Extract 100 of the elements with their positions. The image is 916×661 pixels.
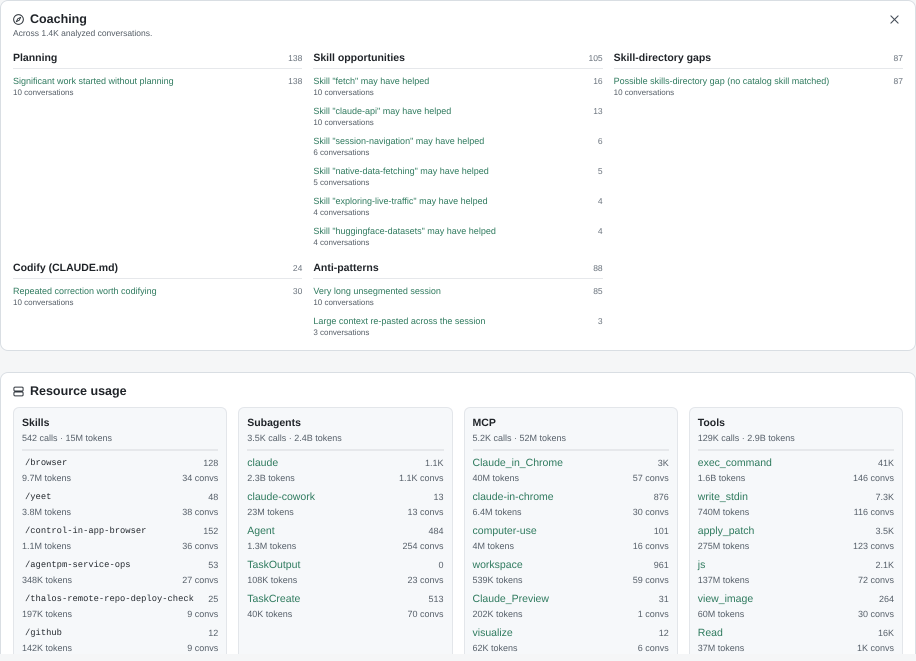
finding-count: 13	[593, 105, 603, 117]
usage-convs: 1K convs	[856, 642, 894, 654]
finding-count: 5	[598, 165, 603, 177]
usage-calls: 25	[208, 593, 218, 605]
finding-link[interactable]: Skill "session-navigation" may have helped	[313, 135, 484, 147]
finding-count: 4	[598, 225, 603, 237]
usage-entry-name[interactable]: /browser	[22, 456, 68, 470]
usage-convs: 254 convs	[402, 540, 444, 552]
panel-title: Resource usage	[30, 383, 127, 399]
finding-link[interactable]: Skill "huggingface-datasets" may have helped	[313, 225, 496, 237]
usage-entry-name[interactable]: write_stdin	[698, 490, 748, 504]
usage-entry-name[interactable]: Claude_in_Chrome	[472, 456, 563, 470]
usage-calls: 12	[658, 627, 669, 639]
usage-tokens: 740M tokens	[698, 506, 750, 518]
usage-convs: 30 convs	[858, 608, 894, 620]
usage-entry-name[interactable]: exec_command	[698, 456, 772, 470]
usage-tokens: 3.8M tokens	[22, 506, 72, 518]
usage-convs: 16 convs	[632, 540, 669, 552]
usage-tokens: 1.3M tokens	[247, 540, 296, 552]
section-title: Skill opportunities	[313, 51, 405, 65]
usage-convs: 23 convs	[407, 574, 444, 586]
usage-calls: 1.1K	[424, 457, 444, 469]
usage-entry-name[interactable]: TaskCreate	[247, 592, 300, 606]
usage-entry-name[interactable]: /control-in-app-browser	[22, 524, 146, 538]
usage-tokens: 108K tokens	[247, 574, 298, 586]
usage-summary: 5.2K calls · 52M tokens	[472, 432, 568, 444]
usage-entry-name[interactable]: claude	[247, 456, 278, 470]
panel-title: Coaching	[30, 11, 87, 27]
usage-calls: 101	[654, 525, 669, 537]
finding-link[interactable]: Repeated correction worth codifying	[13, 285, 157, 297]
usage-entry-name[interactable]: workspace	[472, 558, 523, 572]
usage-entry-name[interactable]: /yeet	[22, 490, 52, 504]
section-count: 105	[588, 53, 603, 63]
usage-entry-name[interactable]: apply_patch	[698, 524, 754, 538]
finding-detail: 3 conversations	[313, 327, 370, 339]
finding-link[interactable]: Very long unsegmented session	[313, 285, 441, 297]
usage-calls: 13	[433, 491, 444, 503]
usage-tokens: 4M tokens	[472, 540, 514, 552]
usage-convs: 36 convs	[182, 540, 218, 552]
finding-link[interactable]: Skill "claude-api" may have helped	[313, 105, 452, 117]
usage-entry-name[interactable]: claude-cowork	[247, 490, 315, 504]
usage-calls: 7.3K	[875, 491, 894, 503]
usage-summary: 129K calls · 2.9B tokens	[698, 432, 796, 444]
usage-tokens: 62K tokens	[472, 642, 518, 654]
usage-calls: 128	[203, 457, 218, 469]
finding-link[interactable]: Large context re-pasted across the session	[313, 315, 486, 327]
usage-convs: 34 convs	[182, 472, 218, 484]
usage-entry-name[interactable]: /agentpm-service-ops	[22, 558, 131, 572]
finding-link[interactable]: Skill "native-data-fetching" may have helped	[313, 165, 489, 177]
finding-count: 138	[288, 75, 302, 87]
usage-convs: 116 convs	[854, 506, 894, 518]
usage-entry-name[interactable]: Read	[698, 626, 723, 640]
usage-calls: 876	[654, 491, 669, 503]
usage-convs: 57 convs	[632, 472, 669, 484]
finding-link[interactable]: Possible skills-directory gap (no catalog skill matched)	[614, 75, 830, 87]
usage-tokens: 2.3B tokens	[247, 472, 295, 484]
close-icon	[890, 14, 899, 24]
finding-detail: 6 conversations	[313, 147, 370, 159]
usage-convs: 9 convs	[187, 608, 218, 620]
close-button[interactable]	[890, 14, 899, 24]
usage-entry-name[interactable]: visualize	[472, 626, 513, 640]
finding-detail: 10 conversations	[13, 297, 74, 309]
usage-calls: 31	[658, 593, 669, 605]
finding-detail: 5 conversations	[313, 177, 370, 189]
usage-calls: 3.5K	[875, 525, 894, 537]
usage-entry-name[interactable]: /thalos-remote-repo-deploy-check	[22, 592, 194, 606]
usage-summary: 542 calls · 15M tokens	[22, 432, 114, 444]
finding-detail: 10 conversations	[313, 297, 374, 309]
usage-entry-name[interactable]: /github	[22, 626, 62, 640]
usage-entry-name[interactable]: Agent	[247, 524, 275, 538]
finding-link[interactable]: Skill "fetch" may have helped	[313, 75, 430, 87]
finding-count: 85	[593, 285, 603, 297]
usage-convs: 59 convs	[632, 574, 669, 586]
usage-entry-name[interactable]: js	[698, 558, 706, 572]
usage-calls: 961	[654, 559, 669, 571]
finding-detail: 4 conversations	[313, 207, 370, 219]
usage-entry-name[interactable]: claude-in-chrome	[472, 490, 554, 504]
finding-link[interactable]: Significant work started without planning	[13, 75, 174, 87]
usage-entry-name[interactable]: computer-use	[472, 524, 537, 538]
usage-calls: 16K	[878, 627, 894, 639]
section-title: Planning	[13, 51, 58, 65]
usage-convs: 146 convs	[852, 472, 894, 484]
usage-convs: 9 convs	[187, 642, 218, 654]
finding-link[interactable]: Skill "exploring-live-traffic" may have helped	[313, 195, 488, 207]
finding-detail: 10 conversations	[614, 87, 674, 99]
usage-calls: 152	[203, 525, 218, 537]
usage-entry-name[interactable]: TaskOutput	[247, 558, 300, 572]
usage-convs: 6 convs	[638, 642, 669, 654]
usage-tokens: 348K tokens	[22, 574, 72, 586]
usage-calls: 2.1K	[875, 559, 894, 571]
section-count: 138	[288, 53, 302, 63]
usage-entry-name[interactable]: Claude_Preview	[472, 592, 549, 606]
usage-entry-name[interactable]: view_image	[698, 592, 754, 606]
finding-detail: 10 conversations	[13, 87, 74, 99]
usage-convs: 1.1K convs	[398, 472, 444, 484]
usage-tokens: 202K tokens	[472, 608, 523, 620]
section-title: Anti-patterns	[313, 261, 379, 275]
section-title: Codify (CLAUDE.md)	[13, 261, 118, 275]
finding-count: 6	[598, 135, 603, 147]
usage-tokens: 23M tokens	[247, 506, 294, 518]
